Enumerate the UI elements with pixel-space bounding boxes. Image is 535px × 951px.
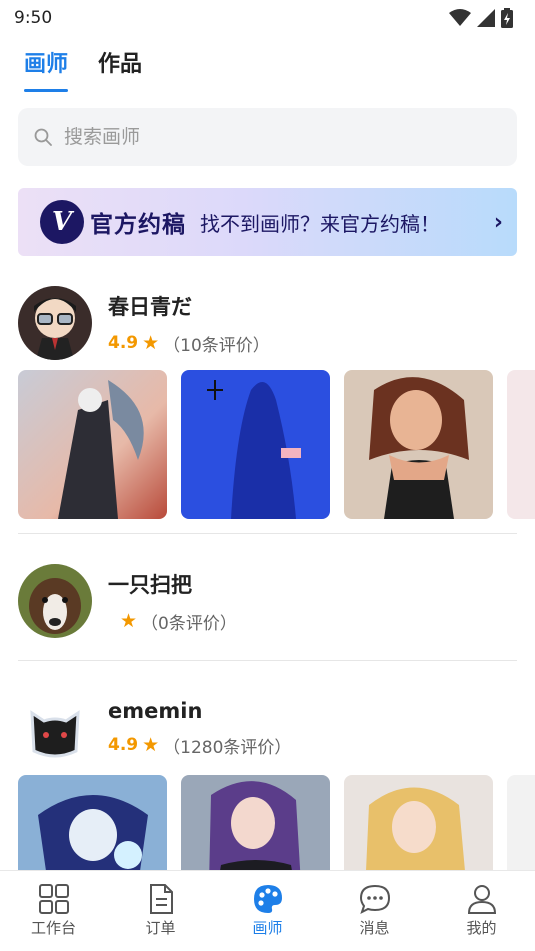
star-icon: ★ [120, 610, 138, 632]
review-count: （1280条评价） [163, 737, 292, 758]
star-icon: ★ [142, 332, 160, 354]
status-icons [449, 8, 513, 28]
status-bar: 9:50 [0, 0, 535, 36]
chat-bubble-icon [359, 884, 390, 914]
nav-label: 工作台 [30, 919, 76, 937]
artist-name: ememin [108, 698, 203, 723]
rating-score: 4.9 [108, 735, 139, 755]
tab-artists[interactable]: 画师 [24, 46, 69, 92]
works-strip [18, 370, 535, 519]
status-time: 9:50 [14, 8, 53, 28]
wifi-icon [449, 9, 471, 26]
nav-label: 订单 [145, 919, 176, 937]
work-thumbnail[interactable] [344, 370, 493, 519]
artist-card[interactable]: 一只扫把 ★ （0条评价） [0, 562, 535, 661]
top-tabs: 画师 作品 [0, 36, 535, 92]
brand-logo: V [40, 200, 84, 244]
nav-messages[interactable]: 消息 [321, 871, 428, 951]
banner-brand: 官方约稿 [90, 211, 186, 238]
person-icon [467, 885, 496, 914]
nav-profile[interactable]: 我的 [428, 871, 535, 951]
chevron-right-icon: › [493, 209, 503, 235]
banner-text: 找不到画师？来官方约稿！ [200, 211, 440, 236]
work-thumbnail[interactable] [507, 370, 535, 519]
divider [18, 533, 517, 534]
nav-label: 画师 [252, 919, 283, 937]
star-icon: ★ [142, 734, 160, 756]
avatar[interactable] [18, 286, 92, 360]
battery-icon [501, 8, 513, 28]
divider [18, 660, 517, 661]
rating: 4.9 ★ （1280条评价） [108, 733, 291, 758]
avatar[interactable] [18, 691, 92, 765]
bottom-nav: 工作台 订单 画师 消息 我的 [0, 870, 535, 951]
rating: 4.9 ★ （10条评价） [108, 331, 270, 356]
palette-icon [253, 885, 282, 913]
signal-icon [477, 9, 495, 27]
nav-label: 我的 [466, 919, 497, 937]
nav-artists[interactable]: 画师 [214, 871, 321, 951]
work-thumbnail[interactable] [181, 370, 330, 519]
search-icon [34, 128, 52, 146]
official-commission-banner[interactable]: V 官方约稿 找不到画师？来官方约稿！ › [18, 188, 517, 256]
document-icon [149, 884, 173, 914]
nav-orders[interactable]: 订单 [107, 871, 214, 951]
search-input[interactable] [64, 126, 501, 148]
artist-name: 一只扫把 [108, 572, 192, 597]
rating: ★ （0条评价） [108, 609, 237, 634]
search-bar[interactable] [18, 108, 517, 166]
review-count: （0条评价） [141, 613, 237, 634]
grid-icon [38, 884, 69, 914]
nav-label: 消息 [359, 919, 390, 937]
nav-workbench[interactable]: 工作台 [0, 871, 107, 951]
artist-name: 春日青だ [108, 294, 192, 319]
artist-card[interactable]: 春日青だ 4.9 ★ （10条评价） [0, 284, 535, 534]
work-thumbnail[interactable] [18, 370, 167, 519]
rating-score: 4.9 [108, 333, 139, 353]
review-count: （10条评价） [163, 335, 270, 356]
tab-works[interactable]: 作品 [98, 46, 142, 92]
avatar[interactable] [18, 564, 92, 638]
